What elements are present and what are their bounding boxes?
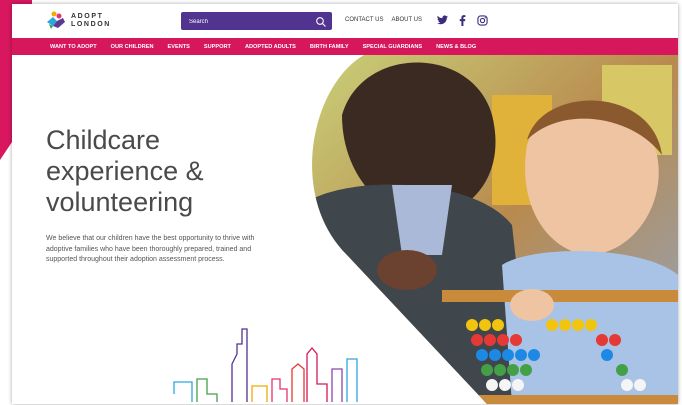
nav-news-blog[interactable]: NEWS & BLOG — [436, 44, 476, 50]
search-input[interactable] — [187, 14, 311, 30]
nav-support[interactable]: SUPPORT — [204, 44, 231, 50]
main-nav: WANT TO ADOPT OUR CHILDREN EVENTS SUPPOR… — [12, 38, 678, 55]
nav-birth-family[interactable]: BIRTH FAMILY — [310, 44, 349, 50]
page-title-line1: Childcare — [46, 125, 161, 155]
skyline-illustration — [172, 324, 472, 404]
instagram-icon[interactable] — [476, 14, 488, 26]
nav-adopted-adults[interactable]: ADOPTED ADULTS — [245, 44, 296, 50]
nav-want-to-adopt[interactable]: WANT TO ADOPT — [50, 44, 97, 50]
logo-text-line1: ADOPT — [71, 13, 104, 20]
hero-description: We believe that our children have the be… — [46, 235, 255, 263]
logo-heart-icon — [45, 11, 67, 31]
social-links — [436, 14, 488, 26]
logo-text-line2: LONDON — [71, 21, 111, 28]
site-header: ADOPT LONDON CONTACT US ABOUT US — [12, 4, 678, 38]
top-links: CONTACT US ABOUT US — [345, 17, 422, 23]
nav-special-guardians[interactable]: SPECIAL GUARDIANS — [363, 44, 423, 50]
search-icon[interactable] — [315, 15, 327, 27]
contact-us-link[interactable]: CONTACT US — [345, 17, 383, 23]
nav-our-children[interactable]: OUR CHILDREN — [111, 44, 154, 50]
facebook-icon[interactable] — [456, 14, 468, 26]
twitter-icon[interactable] — [436, 14, 448, 26]
page-title: Childcare experience & volunteering — [46, 125, 306, 218]
adopt-london-logo[interactable]: ADOPT LONDON — [45, 11, 111, 31]
page-title-line2: experience & — [46, 156, 204, 186]
search-bar — [181, 12, 332, 30]
page-title-line3: volunteering — [46, 187, 194, 217]
about-us-link[interactable]: ABOUT US — [391, 17, 422, 23]
browser-page: ADOPT LONDON CONTACT US ABOUT US — [12, 4, 678, 404]
nav-events[interactable]: EVENTS — [168, 44, 190, 50]
